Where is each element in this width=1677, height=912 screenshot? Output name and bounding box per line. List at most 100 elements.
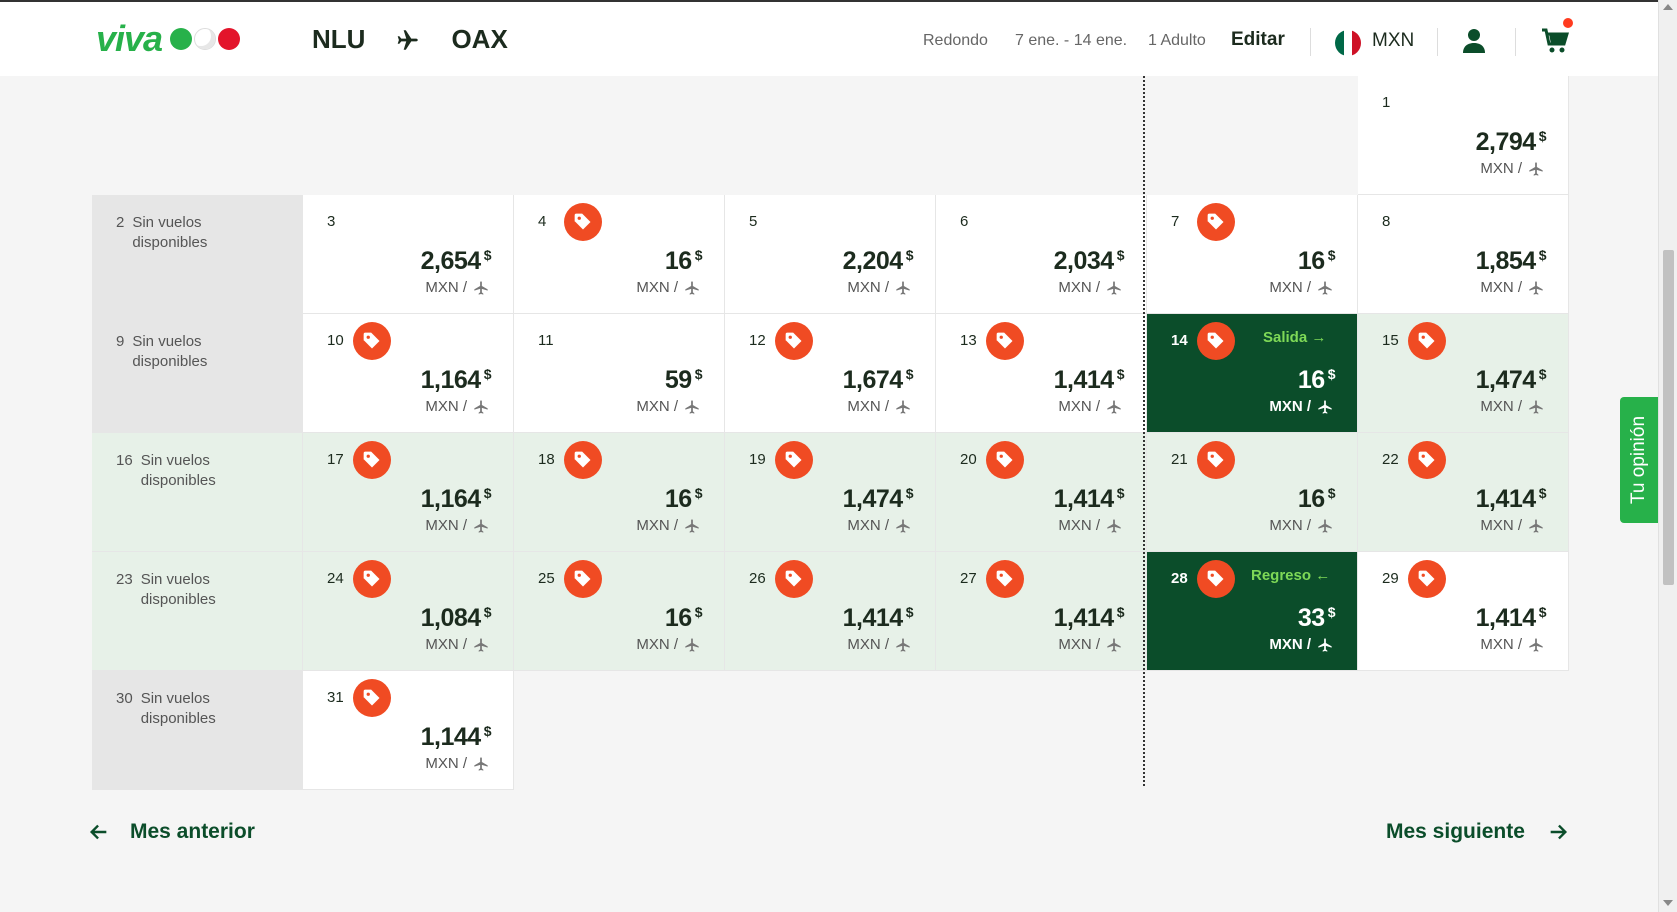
fare-price: 16 $ xyxy=(1298,366,1336,395)
scroll-down-arrow[interactable] xyxy=(1663,900,1673,906)
calendar-day-cell[interactable]: 8 1,854 $ MXN / xyxy=(1358,195,1569,314)
currency-symbol: $ xyxy=(694,485,703,501)
currency-symbol: $ xyxy=(1327,604,1336,620)
unit-label: MXN / xyxy=(1269,636,1311,653)
no-flights-label: Sin vuelos disponibles xyxy=(140,452,216,489)
unit-label: MXN / xyxy=(636,517,678,534)
calendar-day-cell[interactable]: 29 1,414 $ MXN / xyxy=(1358,552,1569,671)
unit-label: MXN / xyxy=(636,279,678,296)
price-unit: MXN / xyxy=(1058,398,1122,415)
calendar-day-cell[interactable]: 24 1,084 $ MXN / xyxy=(303,552,514,671)
shopping-cart-icon[interactable] xyxy=(1541,28,1569,54)
mexico-flag-icon[interactable] xyxy=(1335,30,1361,56)
price-value: 1,474 xyxy=(842,485,904,513)
deal-tag xyxy=(353,679,391,717)
no-flights-notice: 9 Sin vuelos disponibles xyxy=(116,332,207,372)
calendar-day-cell[interactable]: 10 1,164 $ MXN / xyxy=(303,314,514,433)
price-value: 33 xyxy=(1297,604,1325,632)
calendar-day-cell[interactable]: 18 16 $ MXN / xyxy=(514,433,725,552)
currency-symbol: $ xyxy=(1327,247,1336,263)
unit-label: MXN / xyxy=(636,398,678,415)
day-number: 7 xyxy=(1171,213,1180,230)
currency-symbol: $ xyxy=(1538,485,1547,501)
airplane-icon xyxy=(685,399,699,414)
price-unit: MXN / xyxy=(636,398,700,415)
currency-symbol: $ xyxy=(694,366,703,382)
fare-calendar: 1 2,794 $ MXN /2 Sin vuelos disponibles 3 2,65… xyxy=(92,76,1569,790)
calendar-day-cell[interactable]: 31 1,144 $ MXN / xyxy=(303,671,514,790)
header-divider xyxy=(1310,28,1311,56)
calendar-day-cell[interactable]: 13 1,414 $ MXN / xyxy=(936,314,1147,433)
unit-label: MXN / xyxy=(425,279,467,296)
currency-symbol: $ xyxy=(483,247,492,263)
viva-logo[interactable]: viva xyxy=(96,18,241,60)
currency-symbol: $ xyxy=(1538,366,1547,382)
currency-symbol: $ xyxy=(1327,366,1336,382)
calendar-day-cell[interactable]: 21 16 $ MXN / xyxy=(1147,433,1358,552)
fare-price: 1,854 $ xyxy=(1476,247,1547,276)
departure-badge: Salida → xyxy=(1263,329,1327,346)
fare-price: 1,674 $ xyxy=(843,366,914,395)
price-value: 2,654 xyxy=(420,247,482,275)
day-number: 28 xyxy=(1171,570,1188,587)
day-number: 1 xyxy=(1382,94,1391,111)
calendar-day-cell[interactable]: 14 Salida → 16 $ MXN / xyxy=(1147,314,1358,433)
unit-label: MXN / xyxy=(1058,636,1100,653)
airplane-icon xyxy=(1107,637,1121,652)
airplane-icon xyxy=(896,280,910,295)
calendar-day-cell[interactable]: 4 16 $ MXN / xyxy=(514,195,725,314)
price-unit: MXN / xyxy=(1480,279,1544,296)
scrollbar-thumb[interactable] xyxy=(1663,250,1674,585)
next-month-link[interactable]: Mes siguiente xyxy=(1386,820,1569,844)
calendar-day-cell[interactable]: 6 2,034 $ MXN / xyxy=(936,195,1147,314)
calendar-day-cell[interactable]: 3 2,654 $ MXN / xyxy=(303,195,514,314)
day-number: 12 xyxy=(749,332,766,349)
calendar-day-cell[interactable]: 1 2,794 $ MXN / xyxy=(1358,76,1569,195)
calendar-day-cell[interactable]: 28 Regreso ← 33 $ MXN / xyxy=(1147,552,1358,671)
calendar-day-cell[interactable]: 12 1,674 $ MXN / xyxy=(725,314,936,433)
discount-tag-icon xyxy=(785,332,802,349)
calendar-day-cell[interactable]: 26 1,414 $ MXN / xyxy=(725,552,936,671)
calendar-day-cell[interactable]: 27 1,414 $ MXN / xyxy=(936,552,1147,671)
unit-label: MXN / xyxy=(847,398,889,415)
airplane-icon xyxy=(685,280,699,295)
edit-search-button[interactable]: Editar xyxy=(1231,29,1285,51)
calendar-day-cell[interactable]: 19 1,474 $ MXN / xyxy=(725,433,936,552)
airplane-icon xyxy=(474,280,488,295)
deal-tag xyxy=(775,560,813,598)
calendar-day-cell[interactable]: 25 16 $ MXN / xyxy=(514,552,725,671)
scroll-up-arrow[interactable] xyxy=(1663,4,1673,10)
logo-red-dot xyxy=(218,28,241,50)
previous-month-link[interactable]: Mes anterior xyxy=(88,820,255,844)
price-unit: MXN / xyxy=(636,517,700,534)
calendar-day-cell[interactable]: 15 1,474 $ MXN / xyxy=(1358,314,1569,433)
unit-label: MXN / xyxy=(425,517,467,534)
fare-price: 59 $ xyxy=(665,366,703,395)
airplane-icon xyxy=(685,518,699,533)
day-number: 24 xyxy=(327,570,344,587)
next-month-label: Mes siguiente xyxy=(1386,820,1525,843)
price-unit: MXN / xyxy=(1269,279,1333,296)
calendar-day-cell[interactable]: 20 1,414 $ MXN / xyxy=(936,433,1147,552)
calendar-day-cell[interactable]: 7 16 $ MXN / xyxy=(1147,195,1358,314)
feedback-tab[interactable]: Tu opinión xyxy=(1620,397,1658,523)
currency-selector[interactable]: MXN xyxy=(1372,30,1414,52)
price-value: 1,414 xyxy=(1053,604,1115,632)
calendar-day-cell[interactable]: 11 59 $ MXN / xyxy=(514,314,725,433)
day-number: 19 xyxy=(749,451,766,468)
calendar-day-cell[interactable]: 22 1,414 $ MXN / xyxy=(1358,433,1569,552)
logo-white-dot xyxy=(194,28,217,50)
price-unit: MXN / xyxy=(1058,636,1122,653)
price-unit: MXN / xyxy=(847,279,911,296)
price-value: 2,034 xyxy=(1053,247,1115,275)
calendar-day-cell[interactable]: 17 1,164 $ MXN / xyxy=(303,433,514,552)
airplane-icon xyxy=(1318,518,1332,533)
day-number: 16 xyxy=(116,452,133,469)
user-icon[interactable] xyxy=(1462,28,1486,54)
discount-tag-icon xyxy=(574,213,591,230)
day-number: 13 xyxy=(960,332,977,349)
day-number: 21 xyxy=(1171,451,1188,468)
unit-label: MXN / xyxy=(847,279,889,296)
calendar-day-cell[interactable]: 5 2,204 $ MXN / xyxy=(725,195,936,314)
page-scrollbar[interactable] xyxy=(1658,0,1677,912)
